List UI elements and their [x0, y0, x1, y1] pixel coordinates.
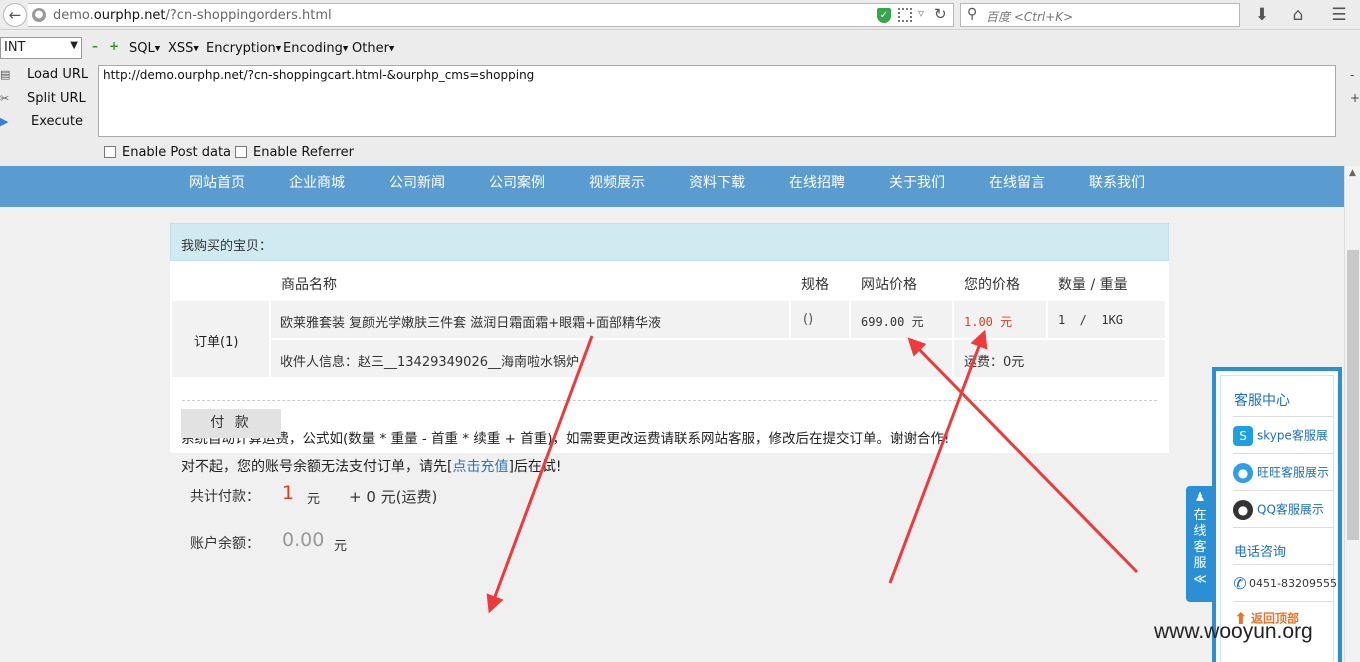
- nav-home[interactable]: 网站首页: [189, 172, 245, 192]
- url-textarea[interactable]: http://demo.ourphp.net/?cn-shoppingcart.…: [98, 65, 1336, 137]
- wangwang-icon: ●: [1233, 463, 1253, 483]
- split-url-icon: ✂: [0, 92, 10, 105]
- home-icon[interactable]: ⌂: [1287, 4, 1309, 26]
- dropdown-arrow-icon[interactable]: ▿: [918, 6, 924, 20]
- menu-xss[interactable]: XSS▼: [168, 41, 199, 56]
- plus-icon[interactable]: +: [109, 40, 119, 52]
- menu-encryption[interactable]: Encryption▼: [206, 41, 281, 56]
- total-value: 1: [282, 482, 295, 504]
- nav-contact[interactable]: 联系我们: [1089, 172, 1145, 192]
- total-label: 共计付款：: [190, 489, 260, 505]
- back-arrow-icon[interactable]: ←: [3, 3, 27, 27]
- menu-other[interactable]: Other▼: [352, 41, 394, 56]
- online-service-tab[interactable]: ♟ 在线客服 ≪: [1186, 486, 1214, 602]
- skype-icon: S: [1233, 426, 1253, 446]
- globe-icon: ●: [32, 8, 46, 22]
- total-unit: 元: [307, 492, 321, 507]
- nav-news[interactable]: 公司新闻: [389, 172, 445, 192]
- shipping-notice: 系统自动计算运费，公式如(数量 * 重量 - 首重 * 续重 + 首重)，如需要…: [181, 431, 950, 447]
- qq-penguin-icon: ●: [1233, 500, 1253, 520]
- col-your-price: 您的价格: [964, 277, 1020, 293]
- execute-icon: ▶: [0, 115, 9, 128]
- site-price-cell: 699.00 元: [851, 301, 954, 340]
- spec-cell: (): [791, 301, 851, 340]
- hackbar: INT ▼ – + SQL▼ XSS▼ Encryption▼ Encoding▼…: [0, 31, 1360, 166]
- shipping-cell: 运费：0元: [954, 340, 1167, 379]
- nav-jobs[interactable]: 在线招聘: [789, 172, 845, 192]
- shrink-icon[interactable]: -: [1350, 68, 1354, 82]
- nav-cases[interactable]: 公司案例: [489, 172, 545, 192]
- minus-icon[interactable]: –: [92, 40, 101, 52]
- people-icon: ♟: [1194, 490, 1206, 504]
- shipping-extra: + 0 元(运费): [349, 488, 438, 506]
- balance-unit: 元: [334, 539, 348, 554]
- phone-consult-title: 电话咨询: [1234, 545, 1287, 560]
- nav-video[interactable]: 视频展示: [589, 172, 645, 192]
- scroll-up-icon[interactable]: ▲: [1349, 168, 1356, 178]
- search-icon: ⚲: [967, 6, 978, 22]
- your-price-cell: 1.00 元: [954, 301, 1048, 340]
- page-scrollbar[interactable]: ▲: [1344, 166, 1360, 661]
- product-name-cell: 欧莱雅套装 复颜光学嫩肤三件套 滋润日霜面霜+眼霜+面部精华液: [271, 301, 791, 340]
- nav-about[interactable]: 关于我们: [889, 172, 945, 192]
- balance-value: 0.00: [282, 529, 325, 551]
- shield-icon[interactable]: ✓: [877, 8, 891, 23]
- menu-icon[interactable]: ☰: [1328, 4, 1350, 26]
- reload-icon[interactable]: ↻: [934, 5, 947, 23]
- online-service-label: 在线客服: [1193, 508, 1207, 571]
- search-bar[interactable]: ⚲ 百度 <Ctrl+K>: [960, 3, 1240, 27]
- enable-post-checkbox[interactable]: Enable Post data: [104, 145, 231, 160]
- pay-button[interactable]: 付 款: [181, 409, 281, 438]
- col-site-price: 网站价格: [861, 277, 917, 293]
- address-text[interactable]: demo.ourphp.net/?cn-shoppingorders.html: [53, 8, 332, 23]
- order-panel: 我购买的宝贝： 商品名称 规格 网站价格 您的价格 数量 / 重量 订单(1) …: [170, 223, 1169, 453]
- skype-service-link[interactable]: Sskype客服展: [1233, 426, 1328, 446]
- watermark: www.wooyun.org: [1154, 620, 1313, 643]
- enable-referrer-checkbox[interactable]: Enable Referrer: [235, 145, 354, 160]
- phone-icon: ✆: [1233, 574, 1247, 593]
- balance-label: 账户余额：: [190, 536, 260, 552]
- qr-code-icon[interactable]: [898, 8, 912, 22]
- insufficient-balance-message: 对不起，您的账号余额无法支付订单，请先[点击充值]后在试!: [181, 459, 562, 475]
- col-qty-weight: 数量 / 重量: [1058, 277, 1128, 293]
- order-label-cell: 订单(1): [172, 301, 271, 379]
- service-center-title: 客服中心: [1234, 393, 1290, 409]
- address-bar[interactable]: ● demo.ourphp.net/?cn-shoppingorders.htm…: [28, 3, 954, 27]
- order-panel-header: 我购买的宝贝：: [170, 223, 1169, 261]
- load-url-icon: ▤: [0, 68, 11, 81]
- qq-service-link[interactable]: ● QQ客服展示: [1233, 500, 1324, 520]
- wangwang-service-link[interactable]: ● 旺旺客服展示: [1233, 463, 1329, 483]
- nav-downloads[interactable]: 资料下载: [689, 172, 745, 192]
- divider: [182, 400, 1157, 401]
- search-placeholder: 百度 <Ctrl+K>: [986, 10, 1074, 24]
- menu-sql[interactable]: SQL▼: [129, 41, 160, 56]
- qty-weight-cell: 1 / 1KG: [1048, 301, 1167, 340]
- recharge-link[interactable]: 点击充值: [452, 459, 508, 475]
- site-navigation: 网站首页 企业商城 公司新闻 公司案例 视频展示 资料下载 在线招聘 关于我们 …: [0, 166, 1344, 207]
- menu-encoding[interactable]: Encoding▼: [283, 41, 348, 56]
- nav-mall[interactable]: 企业商城: [289, 172, 345, 192]
- recipient-cell: 收件人信息：赵三__13429349026__海南啦水锅炉: [271, 340, 954, 379]
- scrollbar-thumb[interactable]: [1347, 250, 1359, 540]
- browser-toolbar: ← ● demo.ourphp.net/?cn-shoppingorders.h…: [0, 0, 1360, 30]
- col-spec: 规格: [801, 277, 829, 293]
- phone-number: ✆ 0451-83209555: [1233, 574, 1337, 593]
- web-page: 网站首页 企业商城 公司新闻 公司案例 视频展示 资料下载 在线招聘 关于我们 …: [0, 166, 1344, 661]
- nav-message[interactable]: 在线留言: [989, 172, 1045, 192]
- collapse-icon: ≪: [1193, 572, 1207, 587]
- col-product-name: 商品名称: [281, 277, 337, 293]
- download-icon[interactable]: ⬇: [1251, 4, 1273, 26]
- int-select[interactable]: INT ▼: [0, 37, 82, 59]
- customer-service-panel: 客服中心 Sskype客服展 ● 旺旺客服展示 ● QQ客服展示 电话咨询 ✆ 045…: [1212, 367, 1342, 662]
- expand-icon[interactable]: +: [1350, 91, 1360, 105]
